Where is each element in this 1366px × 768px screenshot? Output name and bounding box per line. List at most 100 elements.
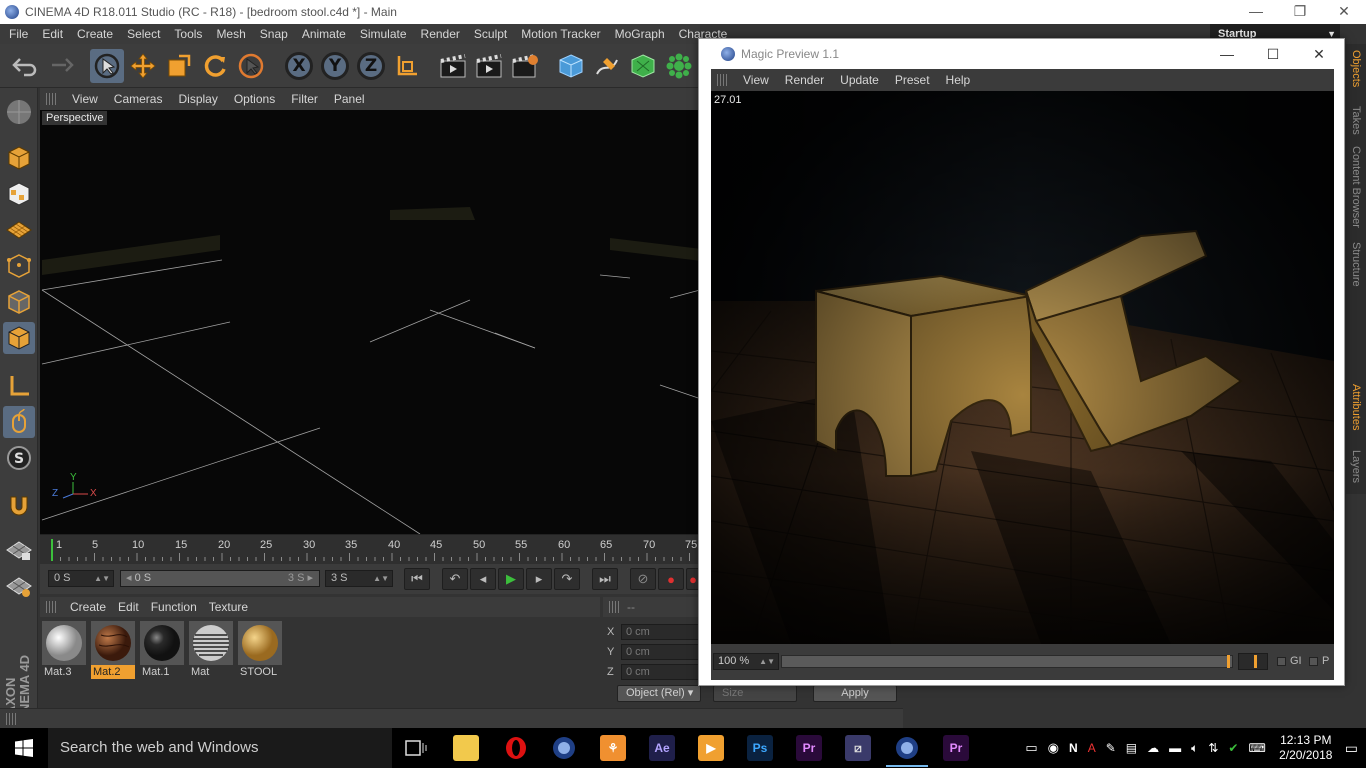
next-keyframe-button[interactable]: ↷: [554, 568, 580, 590]
z-axis-lock[interactable]: Z: [354, 49, 388, 83]
add-spline-pen-button[interactable]: [590, 49, 624, 83]
preview-menu-help[interactable]: Help: [938, 73, 979, 87]
slider-thumb[interactable]: [1227, 655, 1230, 668]
rotate-tool[interactable]: [198, 49, 232, 83]
language-icon[interactable]: ⌨: [1243, 741, 1270, 755]
menu-mograph[interactable]: MoGraph: [608, 27, 672, 41]
volume-icon[interactable]: 🔈︎: [1186, 741, 1203, 756]
redo-button[interactable]: [44, 49, 78, 83]
undo-button[interactable]: [8, 49, 42, 83]
menu-animate[interactable]: Animate: [295, 27, 353, 41]
panel-grip[interactable]: [6, 712, 16, 725]
coordinate-system-button[interactable]: [390, 49, 424, 83]
record-active-objects-button[interactable]: ●: [658, 568, 684, 590]
material-swatch[interactable]: STOOL: [238, 621, 282, 679]
tab-layers[interactable]: Layers: [1346, 450, 1366, 490]
viewport-menu-filter[interactable]: Filter: [283, 92, 326, 106]
texture-mode-button[interactable]: [3, 178, 35, 210]
task-view-icon[interactable]: [403, 735, 429, 761]
y-axis-lock[interactable]: Y: [318, 49, 352, 83]
previous-frame-button[interactable]: ◂: [470, 568, 496, 590]
panel-grip[interactable]: [717, 74, 727, 86]
position-z-field[interactable]: 0 cm: [621, 664, 701, 680]
preview-menu-preset[interactable]: Preset: [887, 73, 938, 87]
photoshop-icon[interactable]: Ps: [747, 735, 773, 761]
menu-file[interactable]: File: [0, 27, 35, 41]
position-x-field[interactable]: 0 cm: [621, 624, 701, 640]
material-menu-create[interactable]: Create: [64, 600, 112, 614]
menu-simulate[interactable]: Simulate: [353, 27, 414, 41]
polygons-mode-button[interactable]: [3, 322, 35, 354]
maximize-button[interactable]: ❐: [1278, 0, 1322, 24]
taskbar-search-box[interactable]: Search the web and Windows: [48, 728, 392, 768]
make-editable-button[interactable]: [3, 96, 35, 128]
locked-workplane-button[interactable]: [3, 534, 35, 566]
preview-progress-slider[interactable]: [781, 655, 1233, 668]
viewport-menu-display[interactable]: Display: [170, 92, 225, 106]
add-subdivision-surface-button[interactable]: [626, 49, 660, 83]
render-view-button[interactable]: [436, 49, 470, 83]
render-preview-image[interactable]: 27.01: [711, 91, 1334, 644]
menu-tools[interactable]: Tools: [167, 27, 209, 41]
workplane-mode-button[interactable]: [3, 214, 35, 246]
material-swatch[interactable]: Mat.1: [140, 621, 184, 679]
viewport-menu-cameras[interactable]: Cameras: [106, 92, 171, 106]
viewport-menu-panel[interactable]: Panel: [326, 92, 373, 106]
opera-icon[interactable]: [503, 735, 529, 761]
cinema4d-taskbar-icon[interactable]: [551, 735, 577, 761]
minimize-button[interactable]: —: [1234, 0, 1278, 24]
add-cloner-button[interactable]: [662, 49, 696, 83]
premiere-2-icon[interactable]: Pr: [943, 735, 969, 761]
onenote-icon[interactable]: N: [1064, 741, 1083, 755]
material-swatch-selected[interactable]: Mat.2: [91, 621, 135, 679]
end-time-field[interactable]: 3 S ▲▼: [325, 570, 393, 587]
preview-range-slider[interactable]: ◂ 0 S3 S ▸: [120, 570, 320, 587]
current-time-field[interactable]: 0 S ▲▼: [48, 570, 114, 587]
size-mode-dropdown[interactable]: Size: [713, 685, 797, 702]
tab-content-browser[interactable]: Content Browser: [1346, 146, 1366, 236]
model-mode-button[interactable]: [3, 142, 35, 174]
edges-mode-button[interactable]: [3, 286, 35, 318]
preview-menu-render[interactable]: Render: [777, 73, 832, 87]
panel-grip[interactable]: [46, 601, 56, 613]
file-explorer-icon[interactable]: [453, 735, 479, 761]
preview-menu-view[interactable]: View: [735, 73, 777, 87]
record-tracks-button[interactable]: ⊘: [630, 568, 656, 590]
media-player-icon[interactable]: ▶: [698, 735, 724, 761]
tab-structure[interactable]: Structure: [1346, 242, 1366, 292]
slicer-app-icon[interactable]: ⧄: [845, 735, 871, 761]
material-swatch[interactable]: Mat: [189, 621, 233, 679]
solo-mode-button[interactable]: S: [3, 442, 35, 474]
taskbar-clock[interactable]: 12:13 PM 2/20/2018: [1271, 733, 1341, 763]
weather-app-icon[interactable]: ⚘: [600, 735, 626, 761]
material-swatch[interactable]: Mat.3: [42, 621, 86, 679]
pen-tray-icon[interactable]: ✎: [1101, 741, 1121, 755]
preview-minimize-button[interactable]: —: [1204, 39, 1250, 69]
menu-create[interactable]: Create: [70, 27, 120, 41]
recent-tool[interactable]: [234, 49, 268, 83]
panel-grip[interactable]: [609, 601, 619, 613]
coordinate-mode-dropdown[interactable]: Object (Rel) ▾: [617, 685, 701, 702]
menu-sculpt[interactable]: Sculpt: [467, 27, 514, 41]
start-button[interactable]: [0, 728, 48, 768]
adobe-icon[interactable]: A: [1083, 741, 1101, 755]
cinema4d-active-taskbar-icon[interactable]: [886, 735, 928, 767]
menu-render[interactable]: Render: [414, 27, 467, 41]
p-checkbox[interactable]: [1309, 657, 1318, 666]
previous-keyframe-button[interactable]: ↶: [442, 568, 468, 590]
tray-overflow-icon[interactable]: ▭: [1020, 740, 1042, 756]
perspective-viewport[interactable]: Y Z X: [40, 110, 710, 534]
gi-checkbox[interactable]: [1277, 657, 1286, 666]
menu-select[interactable]: Select: [120, 27, 167, 41]
preview-maximize-button[interactable]: ☐: [1250, 39, 1296, 69]
menu-edit[interactable]: Edit: [35, 27, 70, 41]
viewport-menu-options[interactable]: Options: [226, 92, 283, 106]
preview-zoom-field[interactable]: 100 % ▲▼: [713, 653, 779, 670]
enable-snap-button[interactable]: [3, 490, 35, 522]
close-button[interactable]: ✕: [1322, 0, 1366, 24]
x-axis-lock[interactable]: X: [282, 49, 316, 83]
tab-takes[interactable]: Takes: [1346, 106, 1366, 140]
points-mode-button[interactable]: [3, 250, 35, 282]
preview-color-swatch[interactable]: [1238, 653, 1268, 670]
notification-icon[interactable]: ▭: [1341, 740, 1366, 757]
